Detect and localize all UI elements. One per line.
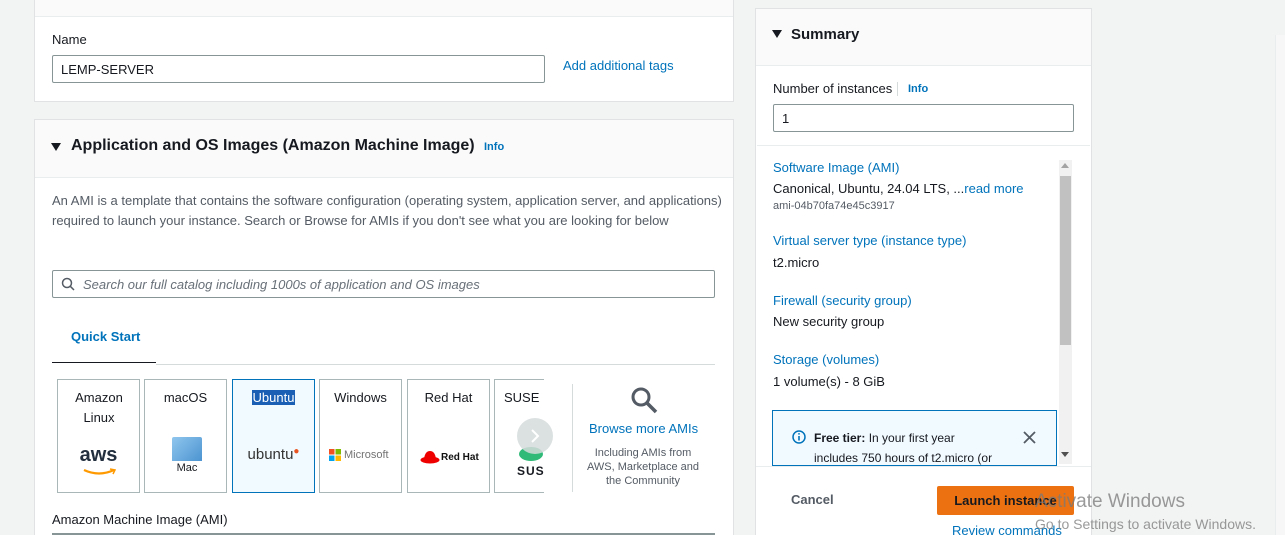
firewall-value: New security group bbox=[773, 314, 885, 329]
ami-tile-name: macOS bbox=[163, 390, 208, 405]
ami-tile-name: Ubuntu bbox=[251, 390, 296, 405]
instances-value: 1 bbox=[782, 110, 790, 126]
instance-type-link[interactable]: Virtual server type (instance type) bbox=[773, 233, 966, 248]
summary-divider bbox=[757, 145, 1090, 146]
scrollbar-thumb[interactable] bbox=[1060, 176, 1071, 345]
ami-id: ami-04b70fa74e45c3917 bbox=[773, 200, 895, 212]
ami-description: An AMI is a template that contains the s… bbox=[52, 193, 722, 228]
chevron-right-icon bbox=[531, 429, 540, 443]
activate-windows-title: Activate Windows bbox=[1035, 491, 1185, 512]
ami-tile-amazon-linux[interactable]: Amazon Linux aws bbox=[57, 379, 140, 493]
read-more-link[interactable]: read more bbox=[964, 181, 1023, 196]
ami-tile-macos[interactable]: macOS Mac bbox=[144, 379, 227, 493]
tab-quick-start-underline bbox=[52, 362, 156, 363]
software-image-value: Canonical, Ubuntu, 24.04 LTS, ...read mo… bbox=[773, 181, 1024, 196]
software-image-link[interactable]: Software Image (AMI) bbox=[773, 160, 899, 175]
ubuntu-logo-icon: ubuntu● bbox=[247, 446, 300, 463]
red-hat-logo-icon: Red Hat bbox=[420, 450, 479, 464]
ami-field-label: Amazon Machine Image (AMI) bbox=[52, 512, 228, 527]
ami-tile-name: Windows bbox=[334, 390, 387, 405]
free-tier-alert: Free tier: In your first year includes 7… bbox=[772, 410, 1057, 466]
close-icon[interactable] bbox=[1023, 431, 1036, 444]
ami-tile-red-hat[interactable]: Red Hat Red Hat bbox=[407, 379, 490, 493]
instances-label: Number of instances bbox=[773, 81, 893, 96]
page-right-edge bbox=[1275, 35, 1285, 535]
instances-divider bbox=[897, 82, 898, 96]
mac-finder-icon: Mac bbox=[172, 437, 202, 475]
next-arrow-button[interactable] bbox=[517, 418, 553, 454]
tabs-divider bbox=[156, 364, 715, 365]
storage-link[interactable]: Storage (volumes) bbox=[773, 352, 879, 367]
name-panel-header-strip bbox=[35, 0, 733, 17]
collapse-caret-icon[interactable] bbox=[51, 143, 61, 151]
name-panel bbox=[34, 0, 734, 102]
summary-title: Summary bbox=[791, 26, 860, 43]
instances-info-link[interactable]: Info bbox=[908, 83, 928, 95]
ami-info-link[interactable]: Info bbox=[484, 141, 504, 153]
ami-tile-windows[interactable]: Windows Microsoft bbox=[319, 379, 402, 493]
summary-caret-icon[interactable] bbox=[772, 30, 782, 38]
ami-tile-name: SUSE L bbox=[504, 390, 544, 405]
name-label: Name bbox=[52, 32, 87, 47]
add-additional-tags-link[interactable]: Add additional tags bbox=[563, 58, 674, 73]
name-input[interactable]: LEMP-SERVER bbox=[52, 55, 545, 83]
browse-more-amis-link[interactable]: Browse more AMIs bbox=[589, 421, 698, 436]
info-circle-icon bbox=[792, 430, 806, 444]
microsoft-logo-icon: Microsoft bbox=[329, 449, 389, 461]
instance-type-value: t2.micro bbox=[773, 255, 820, 270]
search-placeholder: Search our full catalog including 1000s … bbox=[83, 276, 480, 292]
scroll-down-icon[interactable] bbox=[1061, 452, 1069, 457]
tab-quick-start[interactable]: Quick Start bbox=[71, 329, 140, 344]
browse-search-icon[interactable] bbox=[630, 386, 658, 419]
ami-search-input[interactable]: Search our full catalog including 1000s … bbox=[52, 270, 715, 298]
aws-logo-icon: aws bbox=[58, 445, 139, 479]
cancel-button[interactable]: Cancel bbox=[791, 492, 834, 507]
ami-tile-name: Amazon Linux bbox=[75, 390, 123, 425]
firewall-link[interactable]: Firewall (security group) bbox=[773, 293, 912, 308]
ami-tile-ubuntu[interactable]: Ubuntu ubuntu● bbox=[232, 379, 315, 493]
ami-tile-name: Red Hat bbox=[424, 390, 473, 405]
free-tier-line1: Free tier: In your first year bbox=[814, 431, 955, 445]
ami-section-title: Application and OS Images (Amazon Machin… bbox=[71, 137, 475, 154]
tiles-separator bbox=[572, 384, 573, 492]
search-icon bbox=[61, 277, 75, 291]
name-input-value: LEMP-SERVER bbox=[61, 61, 154, 77]
scroll-up-icon[interactable] bbox=[1061, 163, 1069, 168]
browse-more-subtext: Including AMIs from AWS, Marketplace and… bbox=[586, 447, 700, 487]
instances-input[interactable]: 1 bbox=[773, 104, 1074, 132]
activate-windows-subtitle: Go to Settings to activate Windows. bbox=[1035, 516, 1256, 532]
summary-footer-divider bbox=[756, 466, 1091, 467]
summary-scrollbar[interactable] bbox=[1059, 160, 1072, 464]
free-tier-line2: includes 750 hours of t2.micro (or bbox=[814, 451, 993, 465]
storage-value: 1 volume(s) - 8 GiB bbox=[773, 374, 885, 389]
